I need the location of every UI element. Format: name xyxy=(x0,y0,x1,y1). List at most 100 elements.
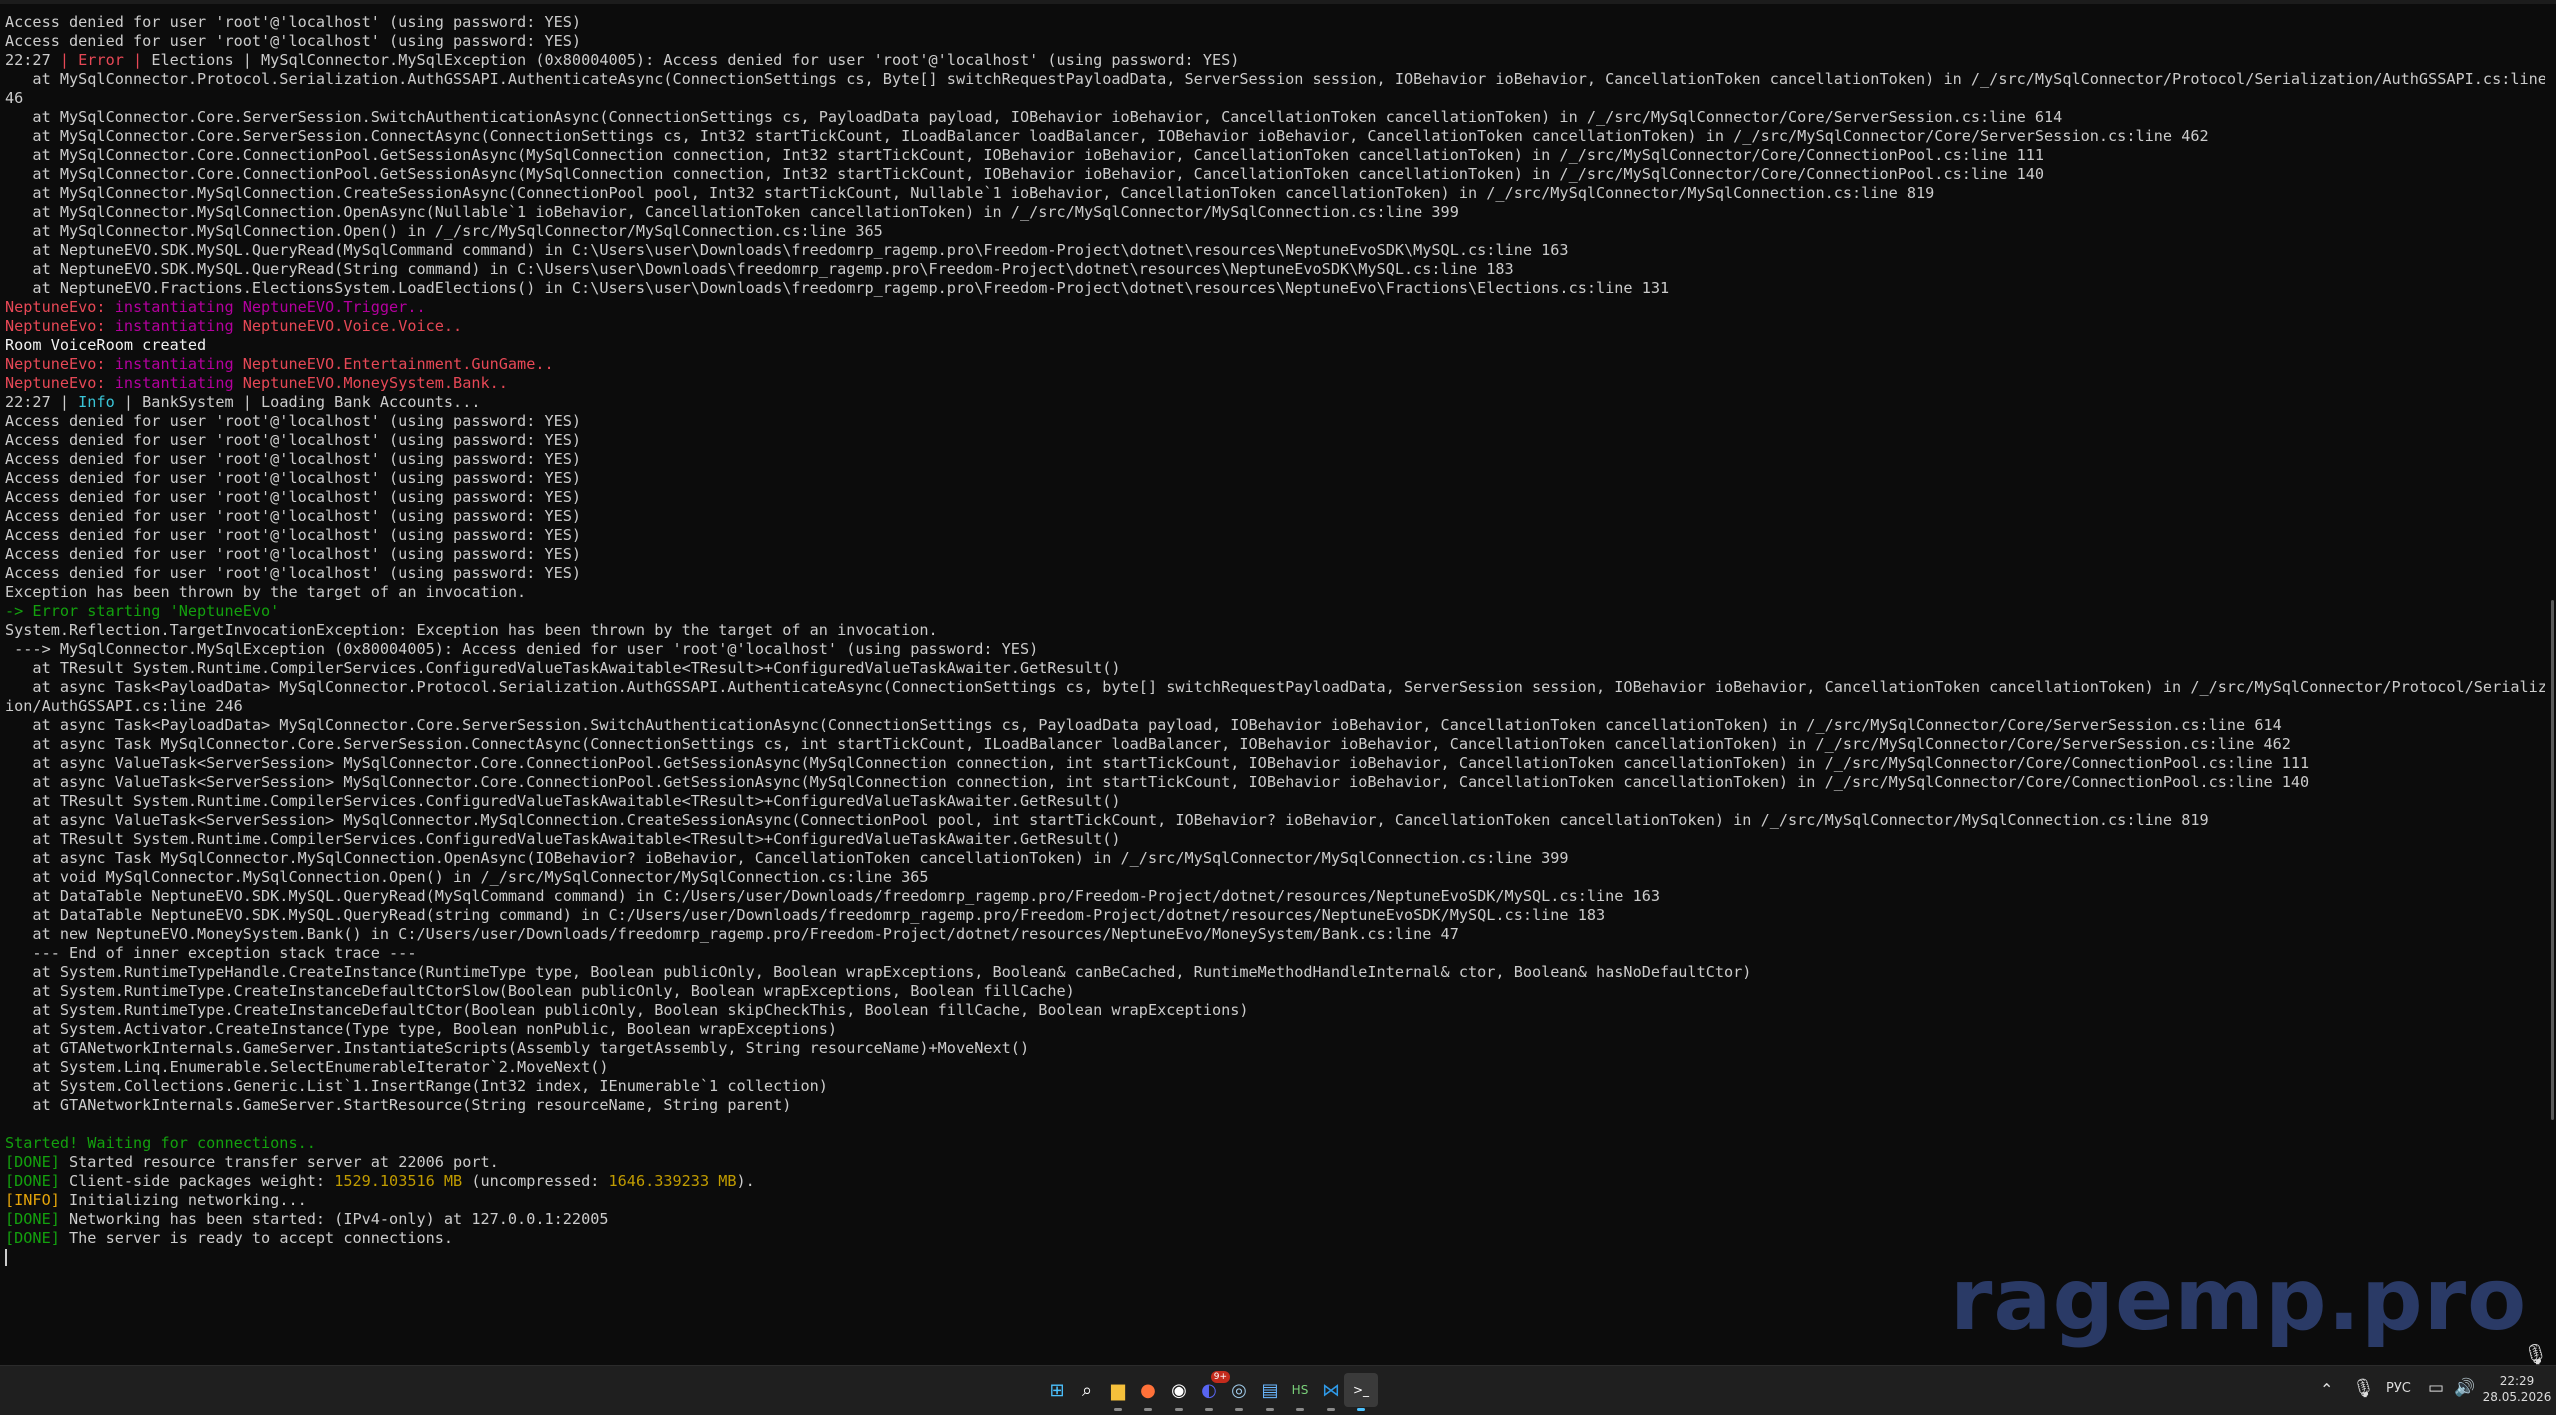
console-text-segment: at async ValueTask<ServerSession> MySqlC… xyxy=(5,754,2310,772)
console-line: at new NeptuneEVO.MoneySystem.Bank() in … xyxy=(5,925,2545,944)
start-icon[interactable]: ⊞ xyxy=(1040,1373,1074,1407)
input-language-indicator[interactable]: РУС xyxy=(2386,1381,2411,1396)
console-text-segment: Started resource transfer server at 2200… xyxy=(59,1153,499,1171)
console-text-segment: -> Error starting 'NeptuneEvo' xyxy=(5,602,280,620)
console-line: Started! Waiting for connections.. xyxy=(5,1134,2545,1153)
console-line: at async ValueTask<ServerSession> MySqlC… xyxy=(5,811,2545,830)
clock-time: 22:29 xyxy=(2499,1374,2535,1388)
console-line: ion/AuthGSSAPI.cs:line 246 xyxy=(5,697,2545,716)
console-line: at System.RuntimeType.CreateInstanceDefa… xyxy=(5,1001,2545,1020)
chatgpt-icon[interactable]: ◉ xyxy=(1162,1373,1196,1411)
console-text-segment: at System.Collections.Generic.List`1.Ins… xyxy=(5,1077,828,1095)
vscode-glyph: ⋈ xyxy=(1322,1379,1340,1401)
console-text-segment: at async Task<PayloadData> MySqlConnecto… xyxy=(5,678,2545,696)
console-line: 46 xyxy=(5,89,2545,108)
console-line: at TResult System.Runtime.CompilerServic… xyxy=(5,659,2545,678)
console-text-segment: 22:27 | xyxy=(5,393,79,411)
console-line: at System.RuntimeTypeHandle.CreateInstan… xyxy=(5,963,2545,982)
console-text-segment: NeptuneEVO.Voice.Voice.. xyxy=(242,317,463,335)
console-output[interactable]: Access denied for user 'root'@'localhost… xyxy=(5,13,2545,1267)
running-indicator xyxy=(1114,1408,1122,1411)
voice-access-mic-icon[interactable]: 🎙 xyxy=(2523,1342,2548,1366)
console-line: at async Task<PayloadData> MySqlConnecto… xyxy=(5,716,2545,735)
console-line: ---> MySqlConnector.MySqlException (0x80… xyxy=(5,640,2545,659)
notepad-icon[interactable]: ▤ xyxy=(1253,1373,1287,1411)
console-text-segment: at async Task<PayloadData> MySqlConnecto… xyxy=(5,716,2282,734)
running-indicator xyxy=(1175,1408,1183,1411)
console-text-segment: NeptuneEvo: xyxy=(5,317,115,335)
console-line: System.Reflection.TargetInvocationExcept… xyxy=(5,621,2545,640)
console-line: at MySqlConnector.MySqlConnection.Create… xyxy=(5,184,2545,203)
console-line: Access denied for user 'root'@'localhost… xyxy=(5,526,2545,545)
search-icon[interactable]: ⌕ xyxy=(1070,1373,1104,1407)
tray-overflow-chevron-icon[interactable]: ⌃ xyxy=(2320,1380,2333,1399)
console-line: 22:27 | Error | Elections | MySqlConnect… xyxy=(5,51,2545,70)
console-line: Access denied for user 'root'@'localhost… xyxy=(5,469,2545,488)
console-text-segment: at async Task MySqlConnector.Core.Server… xyxy=(5,735,2291,753)
text-cursor xyxy=(5,1249,7,1266)
console-text-segment: Client-side packages weight: xyxy=(59,1172,335,1190)
console-text-segment: at MySqlConnector.Core.ServerSession.Swi… xyxy=(5,108,2063,126)
console-line: at System.Activator.CreateInstance(Type … xyxy=(5,1020,2545,1039)
console-line: [DONE] Started resource transfer server … xyxy=(5,1153,2545,1172)
console-line: [INFO] Initializing networking... xyxy=(5,1191,2545,1210)
volume-icon[interactable]: 🔊 xyxy=(2454,1378,2475,1398)
hs-app-icon[interactable]: HS xyxy=(1283,1373,1317,1411)
console-line: Access denied for user 'root'@'localhost… xyxy=(5,507,2545,526)
console-text-segment: Access denied for user 'root'@'localhost… xyxy=(5,13,582,31)
console-text-segment: at GTANetworkInternals.GameServer.Instan… xyxy=(5,1039,1030,1057)
vscode-icon[interactable]: ⋈ xyxy=(1314,1373,1348,1411)
console-line: Access denied for user 'root'@'localhost… xyxy=(5,545,2545,564)
running-indicator xyxy=(1144,1408,1152,1411)
console-line: at MySqlConnector.Core.ServerSession.Swi… xyxy=(5,108,2545,127)
console-line: Access denied for user 'root'@'localhost… xyxy=(5,450,2545,469)
console-line: at MySqlConnector.Core.ConnectionPool.Ge… xyxy=(5,146,2545,165)
firefox-icon[interactable]: ● xyxy=(1131,1373,1165,1411)
console-line: at async Task MySqlConnector.Core.Server… xyxy=(5,735,2545,754)
console-line: Access denied for user 'root'@'localhost… xyxy=(5,32,2545,51)
console-text-segment: NeptuneEVO.Entertainment.GunGame.. xyxy=(242,355,554,373)
clock[interactable]: 22:29 28.05.2026 xyxy=(2482,1373,2552,1405)
console-text-segment: 1646.339233 MB xyxy=(608,1172,737,1190)
console-text-segment: at MySqlConnector.MySqlConnection.Open()… xyxy=(5,222,883,240)
console-line: at NeptuneEVO.SDK.MySQL.QueryRead(MySqlC… xyxy=(5,241,2545,260)
console-line: at TResult System.Runtime.CompilerServic… xyxy=(5,792,2545,811)
discord-icon[interactable]: ◐ 9+ xyxy=(1192,1371,1230,1411)
console-line: at System.RuntimeType.CreateInstanceDefa… xyxy=(5,982,2545,1001)
console-line: Access denied for user 'root'@'localhost… xyxy=(5,431,2545,450)
console-line: [DONE] The server is ready to accept con… xyxy=(5,1229,2545,1248)
console-text-segment: at System.Activator.CreateInstance(Type … xyxy=(5,1020,838,1038)
console-text-segment: ). xyxy=(736,1172,755,1190)
file-explorer-icon[interactable]: ▆ xyxy=(1101,1373,1135,1411)
window-top-edge xyxy=(0,0,2556,4)
console-text-segment: instantiating NeptuneEVO.Trigger.. xyxy=(114,298,426,316)
console-text-segment: [DONE] xyxy=(5,1172,60,1190)
console-text-segment: at MySqlConnector.Core.ServerSession.Con… xyxy=(5,127,2209,145)
console-text-segment: Access denied for user 'root'@'localhost… xyxy=(5,488,582,506)
tray-mic-icon[interactable]: 🎙 xyxy=(2352,1378,2375,1399)
console-text-segment: at DataTable NeptuneEVO.SDK.MySQL.QueryR… xyxy=(5,887,1660,905)
console-text-segment: 1529.103516 MB xyxy=(334,1172,463,1190)
start-glyph: ⊞ xyxy=(1049,1379,1065,1401)
scrollbar[interactable] xyxy=(2551,600,2554,1120)
console-text-segment: 46 xyxy=(5,89,24,107)
console-text-segment: Access denied for user 'root'@'localhost… xyxy=(5,526,582,544)
terminal-icon[interactable]: >_ xyxy=(1344,1373,1378,1411)
console-text-segment: at TResult System.Runtime.CompilerServic… xyxy=(5,792,1121,810)
terminal-window[interactable]: Access denied for user 'root'@'localhost… xyxy=(0,0,2556,1365)
console-line: at GTANetworkInternals.GameServer.Instan… xyxy=(5,1039,2545,1058)
console-text-segment: Started! Waiting for connections.. xyxy=(5,1134,316,1152)
console-text-segment: at GTANetworkInternals.GameServer.StartR… xyxy=(5,1096,792,1114)
console-text-segment: ion/AuthGSSAPI.cs:line 246 xyxy=(5,697,243,715)
console-line: [DONE] Client-side packages weight: 1529… xyxy=(5,1172,2545,1191)
console-text-segment: at System.Linq.Enumerable.SelectEnumerab… xyxy=(5,1058,609,1076)
running-indicator xyxy=(1327,1408,1335,1411)
console-text-segment: Elections | MySqlConnector.MySqlExceptio… xyxy=(142,51,1240,69)
console-text-segment: [DONE] xyxy=(5,1153,60,1171)
steam-icon[interactable]: ◎ xyxy=(1222,1373,1256,1411)
console-text-segment: at void MySqlConnector.MySqlConnection.O… xyxy=(5,868,929,886)
network-icon[interactable]: ▭ xyxy=(2428,1378,2444,1398)
console-text-segment: at System.RuntimeType.CreateInstanceDefa… xyxy=(5,1001,1249,1019)
console-text-segment: Exception has been thrown by the target … xyxy=(5,583,527,601)
